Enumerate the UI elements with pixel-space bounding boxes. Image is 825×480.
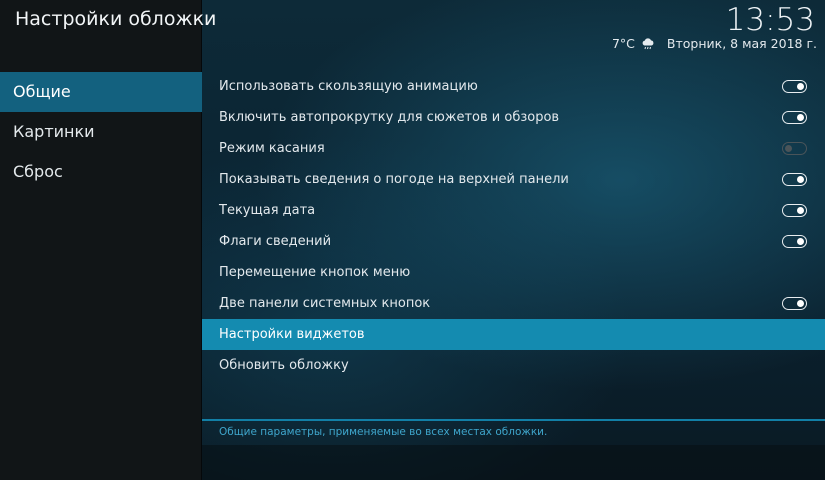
divider — [202, 419, 825, 421]
sidebar-menu: Общие Картинки Сброс — [0, 72, 202, 192]
setting-label: Флаги сведений — [219, 234, 332, 249]
toggle-knob — [797, 82, 804, 90]
setting-reload-skin[interactable]: Обновить обложку — [202, 350, 825, 381]
clock: 13:53 — [725, 2, 815, 38]
setting-label: Обновить обложку — [219, 358, 349, 373]
setting-sliding-animation[interactable]: Использовать скользящую анимацию — [202, 71, 825, 102]
settings-list: Использовать скользящую анимацию Включит… — [202, 71, 825, 381]
date: Вторник, 8 мая 2018 г. — [666, 36, 817, 51]
setting-label: Использовать скользящую анимацию — [219, 79, 478, 94]
bottom-strip — [202, 445, 825, 480]
setting-label: Перемещение кнопок меню — [219, 265, 411, 280]
toggle-knob — [797, 299, 804, 307]
setting-label: Настройки виджетов — [219, 327, 365, 342]
weather-info: 7°C Вторник, 8 мая 2018 г. — [612, 36, 817, 51]
setting-label: Режим касания — [219, 141, 325, 156]
sidebar-item-images[interactable]: Картинки — [0, 112, 202, 152]
toggle-switch[interactable] — [782, 297, 807, 310]
sidebar: Настройки обложки Общие Картинки Сброс — [0, 0, 216, 480]
toggle-switch[interactable] — [782, 142, 807, 155]
sidebar-item-general[interactable]: Общие — [0, 72, 202, 112]
help-text: Общие параметры, применяемые во всех мес… — [219, 426, 548, 438]
setting-current-date[interactable]: Текущая дата — [202, 195, 825, 226]
temperature: 7°C — [611, 36, 635, 51]
sidebar-item-reset[interactable]: Сброс — [0, 152, 202, 192]
toggle-switch[interactable] — [782, 173, 807, 186]
cloud-rain-icon — [641, 37, 655, 50]
setting-label: Показывать сведения о погоде на верхней … — [219, 172, 569, 187]
toggle-knob — [785, 144, 792, 152]
setting-autoscroll[interactable]: Включить автопрокрутку для сюжетов и обз… — [202, 102, 825, 133]
setting-two-system-panels[interactable]: Две панели системных кнопок — [202, 288, 825, 319]
setting-info-flags[interactable]: Флаги сведений — [202, 226, 825, 257]
toggle-switch[interactable] — [782, 235, 807, 248]
setting-weather-info[interactable]: Показывать сведения о погоде на верхней … — [202, 164, 825, 195]
toggle-switch[interactable] — [782, 111, 807, 124]
toggle-knob — [797, 206, 804, 214]
page-title: Настройки обложки — [15, 8, 217, 30]
setting-label: Включить автопрокрутку для сюжетов и обз… — [219, 110, 560, 125]
toggle-switch[interactable] — [782, 204, 807, 217]
setting-label: Текущая дата — [219, 203, 316, 218]
toggle-knob — [797, 237, 804, 245]
setting-label: Две панели системных кнопок — [219, 296, 431, 311]
toggle-knob — [797, 113, 804, 121]
setting-touch-mode[interactable]: Режим касания — [202, 133, 825, 164]
toggle-switch[interactable] — [782, 80, 807, 93]
setting-move-menu-buttons[interactable]: Перемещение кнопок меню — [202, 257, 825, 288]
setting-widget-settings[interactable]: Настройки виджетов — [202, 319, 825, 350]
toggle-knob — [797, 175, 804, 183]
